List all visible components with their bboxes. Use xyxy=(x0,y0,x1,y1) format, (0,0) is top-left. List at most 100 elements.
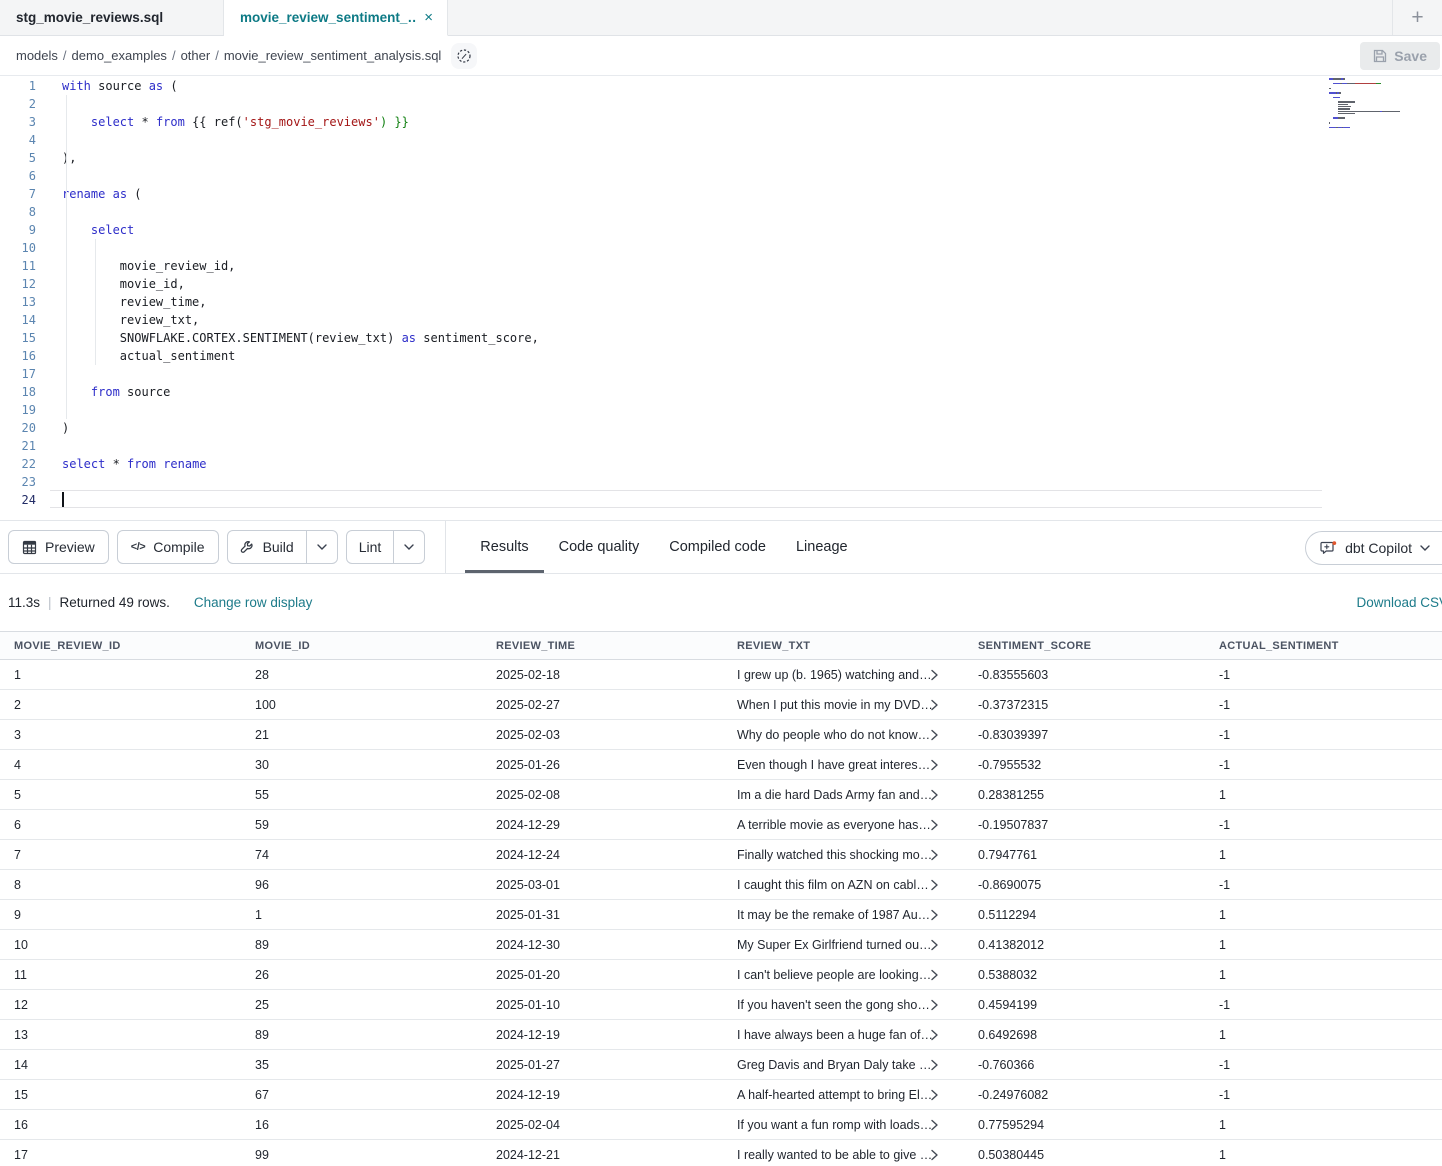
code-line-18[interactable]: 18 from source xyxy=(0,383,1442,401)
expand-cell-button[interactable] xyxy=(929,848,940,862)
tab-code-quality[interactable]: Code quality xyxy=(544,521,655,573)
code-line-22[interactable]: 22select * from rename xyxy=(0,455,1442,473)
tab-compiled-code[interactable]: Compiled code xyxy=(654,521,781,573)
preview-button[interactable]: Preview xyxy=(8,530,109,564)
expand-cell-button[interactable] xyxy=(929,998,940,1012)
results-tabset: ResultsCode qualityCompiled codeLineage xyxy=(465,521,862,573)
column-header-movie-review-id[interactable]: MOVIE_REVIEW_ID xyxy=(0,640,241,652)
breadcrumb-segment[interactable]: movie_review_sentiment_analysis.sql xyxy=(224,48,442,63)
code-editor[interactable]: 1with source as (23 select * from {{ ref… xyxy=(0,76,1442,520)
minimap-token xyxy=(1333,83,1340,85)
column-header-actual-sentiment[interactable]: ACTUAL_SENTIMENT xyxy=(1205,640,1442,652)
line-number: 20 xyxy=(0,419,36,437)
code-line-15[interactable]: 15 SNOWFLAKE.CORTEX.SENTIMENT(review_txt… xyxy=(0,329,1442,347)
lint-dropdown-button[interactable] xyxy=(393,531,424,563)
line-number: 4 xyxy=(0,131,36,149)
expand-cell-button[interactable] xyxy=(929,1058,940,1072)
column-header-movie-id[interactable]: MOVIE_ID xyxy=(241,640,482,652)
code-line-10[interactable]: 10 xyxy=(0,239,1442,257)
cell-sentiment-score: -0.7955532 xyxy=(964,758,1205,772)
code-line-14[interactable]: 14 review_txt, xyxy=(0,311,1442,329)
cell-review-time: 2025-02-18 xyxy=(482,668,723,682)
code-line-3[interactable]: 3 select * from {{ ref('stg_movie_review… xyxy=(0,113,1442,131)
change-row-display-link[interactable]: Change row display xyxy=(194,595,313,610)
expand-cell-button[interactable] xyxy=(929,788,940,802)
code-line-19[interactable]: 19 xyxy=(0,401,1442,419)
code-line-6[interactable]: 6 xyxy=(0,167,1442,185)
column-header-sentiment-score[interactable]: SENTIMENT_SCORE xyxy=(964,640,1205,652)
code-line-13[interactable]: 13 review_time, xyxy=(0,293,1442,311)
expand-cell-button[interactable] xyxy=(929,668,940,682)
review-text: I really wanted to be able to give this … xyxy=(737,1148,933,1162)
code-line-1[interactable]: 1with source as ( xyxy=(0,77,1442,95)
dbt-copilot-button[interactable]: dbt Copilot xyxy=(1305,531,1442,565)
expand-cell-button[interactable] xyxy=(929,1118,940,1132)
cell-movie-id: 59 xyxy=(241,818,482,832)
expand-cell-button[interactable] xyxy=(929,938,940,952)
chevron-right-icon xyxy=(931,1119,938,1130)
code-text: with source as ( xyxy=(62,77,178,95)
tab-lineage[interactable]: Lineage xyxy=(781,521,863,573)
tab-results[interactable]: Results xyxy=(465,521,543,573)
current-line-highlight xyxy=(50,490,1322,508)
cell-sentiment-score: -0.19507837 xyxy=(964,818,1205,832)
expand-cell-button[interactable] xyxy=(929,1148,940,1162)
download-csv-link[interactable]: Download CSV xyxy=(1356,595,1442,610)
editor-tab-stg-movie-reviews-sql[interactable]: stg_movie_reviews.sql xyxy=(0,0,224,36)
code-line-11[interactable]: 11 movie_review_id, xyxy=(0,257,1442,275)
cell-movie-id: 99 xyxy=(241,1148,482,1162)
file-copilot-button[interactable] xyxy=(451,43,477,69)
code-line-21[interactable]: 21 xyxy=(0,437,1442,455)
cell-movie-review-id: 13 xyxy=(0,1028,241,1042)
code-line-20[interactable]: 20) xyxy=(0,419,1442,437)
expand-cell-button[interactable] xyxy=(929,1088,940,1102)
cell-review-txt: A half-hearted attempt to bring Elvis P… xyxy=(723,1088,964,1102)
code-line-16[interactable]: 16 actual_sentiment xyxy=(0,347,1442,365)
lint-button[interactable]: Lint xyxy=(347,531,394,563)
editor-minimap[interactable] xyxy=(1329,78,1397,133)
expand-cell-button[interactable] xyxy=(929,698,940,712)
cell-movie-review-id: 11 xyxy=(0,968,241,982)
expand-cell-button[interactable] xyxy=(929,968,940,982)
row-count-summary: Returned 49 rows. xyxy=(60,595,170,610)
expand-cell-button[interactable] xyxy=(929,1028,940,1042)
column-header-review-time[interactable]: REVIEW_TIME xyxy=(482,640,723,652)
breadcrumb: models/demo_examples/other/movie_review_… xyxy=(16,48,441,63)
close-icon[interactable]: × xyxy=(424,9,433,26)
expand-cell-button[interactable] xyxy=(929,818,940,832)
code-line-23[interactable]: 23 xyxy=(0,473,1442,491)
build-button-group: Build xyxy=(227,530,338,564)
compile-button[interactable]: </> Compile xyxy=(117,530,219,564)
breadcrumb-segment[interactable]: other xyxy=(181,48,211,63)
expand-cell-button[interactable] xyxy=(929,728,940,742)
code-line-2[interactable]: 2 xyxy=(0,95,1442,113)
line-number: 13 xyxy=(0,293,36,311)
code-line-9[interactable]: 9 select xyxy=(0,221,1442,239)
cell-review-txt: I grew up (b. 1965) watching and lovin… xyxy=(723,668,964,682)
code-line-17[interactable]: 17 xyxy=(0,365,1442,383)
breadcrumb-segment[interactable]: demo_examples xyxy=(72,48,167,63)
line-number: 15 xyxy=(0,329,36,347)
expand-cell-button[interactable] xyxy=(929,758,940,772)
code-text: review_txt, xyxy=(62,311,199,329)
column-header-review-txt[interactable]: REVIEW_TXT xyxy=(723,640,964,652)
code-line-12[interactable]: 12 movie_id, xyxy=(0,275,1442,293)
review-text: It may be the remake of 1987 Autumn'… xyxy=(737,908,933,922)
minimap-token xyxy=(1343,127,1350,129)
cell-movie-id: 89 xyxy=(241,938,482,952)
results-table: MOVIE_REVIEW_IDMOVIE_IDREVIEW_TIMEREVIEW… xyxy=(0,631,1442,1166)
review-text: If you haven't seen the gong show TV s… xyxy=(737,998,933,1012)
query-duration: 11.3s xyxy=(8,595,40,610)
code-line-8[interactable]: 8 xyxy=(0,203,1442,221)
build-button[interactable]: Build xyxy=(228,531,306,563)
code-line-5[interactable]: 5), xyxy=(0,149,1442,167)
build-dropdown-button[interactable] xyxy=(306,531,337,563)
expand-cell-button[interactable] xyxy=(929,908,940,922)
breadcrumb-segment[interactable]: models xyxy=(16,48,58,63)
new-tab-button[interactable]: + xyxy=(1411,7,1423,28)
code-line-4[interactable]: 4 xyxy=(0,131,1442,149)
code-line-7[interactable]: 7rename as ( xyxy=(0,185,1442,203)
save-button[interactable]: Save xyxy=(1360,42,1440,70)
expand-cell-button[interactable] xyxy=(929,878,940,892)
editor-tab-movie-review-sentiment[interactable]: movie_review_sentiment_…× xyxy=(224,0,448,36)
